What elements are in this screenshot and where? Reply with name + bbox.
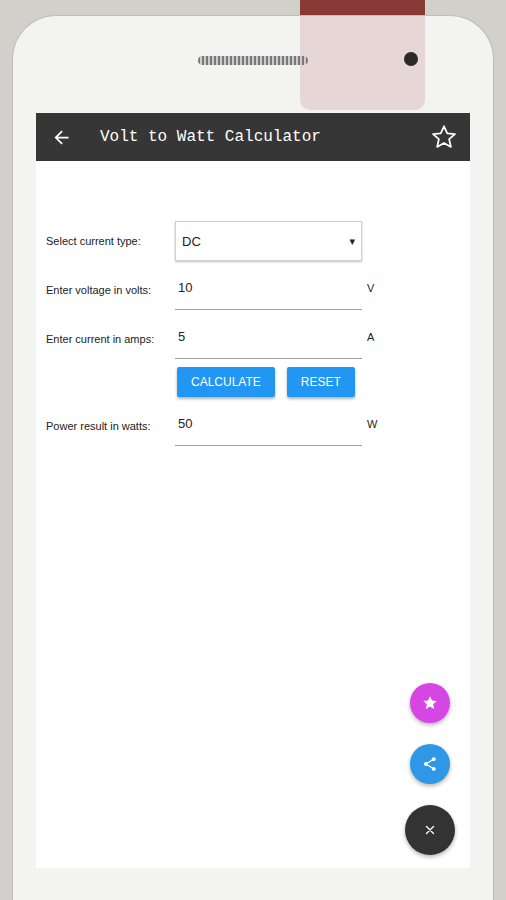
select-value: DC — [182, 234, 201, 249]
share-icon — [421, 755, 439, 773]
back-arrow-icon[interactable] — [51, 127, 72, 148]
calculator-form: Select current type: DC ▾ Enter voltage in … — [36, 161, 470, 446]
form-row: Enter voltage in volts:10V — [46, 270, 470, 310]
unit-label: W — [367, 406, 377, 430]
fab-button[interactable] — [410, 683, 450, 723]
button-row: CALCULATE RESET — [177, 367, 470, 397]
form-row: Select current type: DC ▾ — [46, 221, 470, 261]
star-icon — [421, 694, 439, 712]
current-type-select[interactable]: DC ▾ — [175, 221, 362, 261]
field-label: Enter current in amps: — [46, 333, 175, 345]
camera-dot — [404, 52, 418, 66]
app-screen: Volt to Watt Calculator Select current ty… — [36, 113, 470, 868]
result-field: 50 — [175, 406, 362, 446]
field-label: Power result in watts: — [46, 420, 175, 432]
close-icon — [423, 823, 437, 837]
toolbar-title: Volt to Watt Calculator — [100, 128, 430, 146]
unit-label: A — [367, 319, 374, 343]
fab-button[interactable] — [410, 744, 450, 784]
store-screenshot: Volt to Watt Calculator Select current ty… — [0, 0, 506, 900]
action-button[interactable]: RESET — [287, 367, 355, 397]
star-outline-icon[interactable] — [430, 123, 458, 151]
toolbar: Volt to Watt Calculator — [36, 113, 470, 161]
dropdown-arrow: ▾ — [349, 235, 355, 248]
number-input[interactable]: 5 — [175, 319, 362, 359]
phone-top — [36, 16, 470, 113]
phone-frame: Volt to Watt Calculator Select current ty… — [12, 15, 494, 900]
number-input[interactable]: 10 — [175, 270, 362, 310]
field-label: Select current type: — [46, 235, 175, 247]
field-label: Enter voltage in volts: — [46, 284, 175, 296]
form-row: Enter current in amps:5A — [46, 319, 470, 359]
action-button[interactable]: CALCULATE — [177, 367, 275, 397]
speaker-grille — [198, 56, 308, 65]
unit-label: V — [367, 270, 374, 294]
result-row: Power result in watts:50W — [46, 406, 470, 446]
fab-button[interactable] — [405, 805, 455, 855]
fab-stack — [405, 683, 455, 855]
